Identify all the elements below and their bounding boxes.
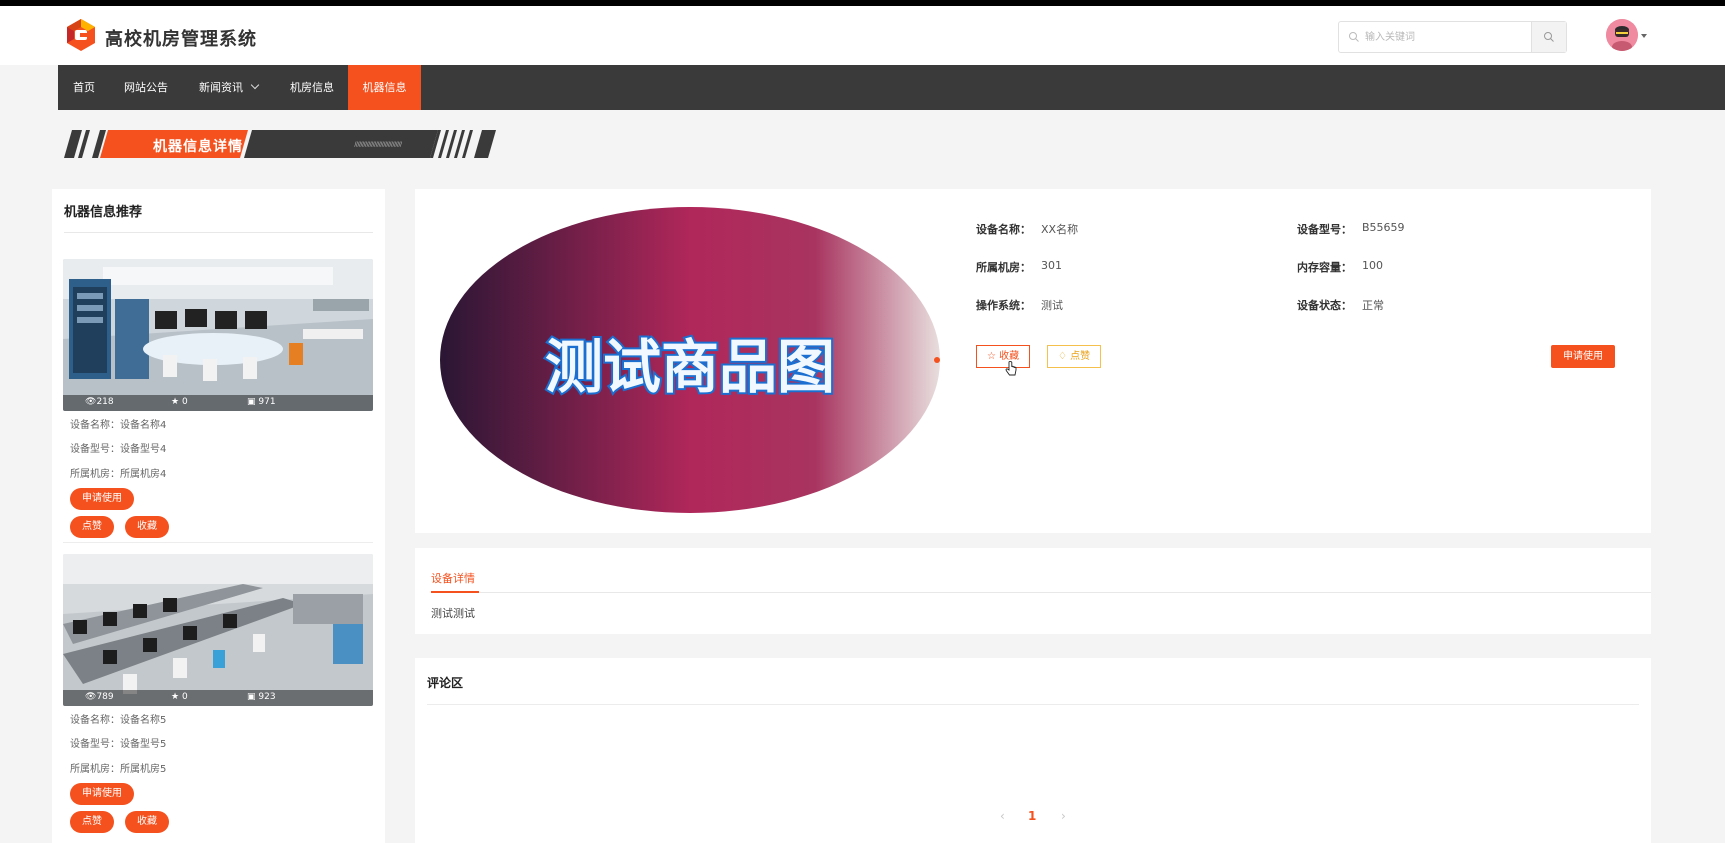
lab-photo <box>63 259 373 411</box>
favorite-button[interactable]: 收藏 <box>125 811 169 833</box>
card-image[interactable]: 👁218 ★ 0 ▣ 971 <box>63 259 373 411</box>
field-value-name: XX名称 <box>1041 223 1079 236</box>
apply-button[interactable]: 申请使用 <box>70 783 134 805</box>
product-image-text: 测试商品图 <box>545 333 835 401</box>
active-tab-indicator <box>431 591 479 593</box>
chevron-right-icon[interactable]: › <box>1061 809 1066 823</box>
favorite-button[interactable]: 收藏 <box>125 516 169 538</box>
like-button-label: 点赞 <box>1070 351 1091 362</box>
apply-button[interactable]: 申请使用 <box>1551 345 1615 368</box>
search-box <box>1338 21 1567 53</box>
search-input[interactable] <box>1339 22 1533 52</box>
nav-item-rooms[interactable]: 机房信息 <box>290 65 334 110</box>
chevron-down-icon <box>250 80 260 90</box>
nav-item-announcements[interactable]: 网站公告 <box>124 65 168 110</box>
divider <box>431 592 1651 593</box>
sidebar-title: 机器信息推荐 <box>64 205 143 220</box>
apply-button[interactable]: 申请使用 <box>70 488 134 510</box>
tab-device-details[interactable]: 设备详情 <box>431 570 475 586</box>
field-value-memory: 100 <box>1362 259 1383 272</box>
card-room: 所属机房：所属机房5 <box>70 764 167 775</box>
like-button[interactable]: 点赞 <box>70 516 114 538</box>
description-text: 测试测试 <box>431 607 475 620</box>
recommend-sidebar: 机器信息推荐 👁218 ★ 0 ▣ 971 设备名称：设备名称4 设备型号：设备… <box>52 189 385 843</box>
like-button[interactable]: ♢ 点赞 <box>1047 345 1102 368</box>
nav-item-news[interactable]: 新闻资讯 <box>199 65 260 110</box>
card-name: 设备名称：设备名称5 <box>70 715 167 726</box>
field-value-os: 测试 <box>1041 299 1063 312</box>
field-label-model: 设备型号： <box>1297 223 1352 236</box>
nav-item-machines[interactable]: 机器信息 <box>348 65 421 110</box>
pagination-page[interactable]: 1 <box>1028 809 1036 823</box>
field-value-room: 301 <box>1041 259 1062 272</box>
comments-title: 评论区 <box>427 676 464 690</box>
page-title: 机器信息详情 <box>153 139 243 155</box>
main-nav: 首页 网站公告 新闻资讯 机房信息 机器信息 <box>58 65 1725 110</box>
field-label-name: 设备名称： <box>976 223 1031 236</box>
search-icon <box>1544 32 1554 42</box>
card-name: 设备名称：设备名称4 <box>70 420 167 431</box>
machine-detail-panel: 测试商品图 设备名称： XX名称 设备型号： B55659 所属机房： 301 … <box>415 189 1651 533</box>
search-button[interactable] <box>1531 22 1566 52</box>
favorites-count: ★ 0 <box>171 397 188 407</box>
site-title: 高校机房管理系统 <box>105 29 257 50</box>
field-label-memory: 内存容量： <box>1297 261 1352 274</box>
description-panel: 设备详情 测试测试 <box>415 548 1651 634</box>
comments-count: ▣ 923 <box>247 692 276 702</box>
header: 高校机房管理系统 <box>0 6 1725 65</box>
logo-icon <box>67 19 95 51</box>
user-avatar-icon <box>1606 19 1638 51</box>
views-value: 789 <box>96 692 114 702</box>
hand-cursor-icon <box>1005 361 1017 376</box>
comments-value: 971 <box>258 397 276 407</box>
card-model: 设备型号：设备型号5 <box>70 739 167 750</box>
card-model: 设备型号：设备型号4 <box>70 444 167 455</box>
card-image[interactable]: 👁789 ★ 0 ▣ 923 <box>63 554 373 706</box>
like-button[interactable]: 点赞 <box>70 811 114 833</box>
card-room: 所属机房：所属机房4 <box>70 469 167 480</box>
field-label-os: 操作系统： <box>976 299 1031 312</box>
divider <box>64 232 373 233</box>
favorites-count: ★ 0 <box>171 692 188 702</box>
star-icon: ☆ <box>987 351 1000 362</box>
views-count: 👁789 <box>85 692 114 702</box>
views-count: 👁218 <box>85 397 114 407</box>
comments-panel: 评论区 ‹ 1 › <box>415 658 1651 843</box>
nav-item-news-label: 新闻资讯 <box>199 81 243 94</box>
thumbs-up-icon: ♢ <box>1058 351 1071 362</box>
favorites-value: 0 <box>181 397 188 407</box>
product-image[interactable]: 测试商品图 <box>440 207 940 513</box>
avatar[interactable] <box>1606 19 1638 51</box>
divider <box>63 542 373 543</box>
section-banner: 机器信息详情 /////////////////////////////// <box>58 130 558 158</box>
comments-count: ▣ 971 <box>247 397 276 407</box>
divider <box>427 704 1639 705</box>
chevron-down-icon[interactable] <box>1641 34 1647 38</box>
banner-dots: /////////////////////////////// <box>354 141 402 148</box>
card-stats: 👁218 ★ 0 ▣ 971 <box>63 395 373 411</box>
field-value-model: B55659 <box>1362 221 1405 234</box>
field-label-room: 所属机房： <box>976 261 1031 274</box>
favorites-value: 0 <box>181 692 188 702</box>
views-value: 218 <box>96 397 114 407</box>
field-label-status: 设备状态： <box>1297 299 1352 312</box>
nav-item-home[interactable]: 首页 <box>73 65 95 110</box>
lab-photo <box>63 554 373 706</box>
field-value-status: 正常 <box>1362 299 1384 312</box>
chevron-left-icon[interactable]: ‹ <box>1000 809 1005 823</box>
comments-value: 923 <box>258 692 276 702</box>
card-stats: 👁789 ★ 0 ▣ 923 <box>63 690 373 706</box>
